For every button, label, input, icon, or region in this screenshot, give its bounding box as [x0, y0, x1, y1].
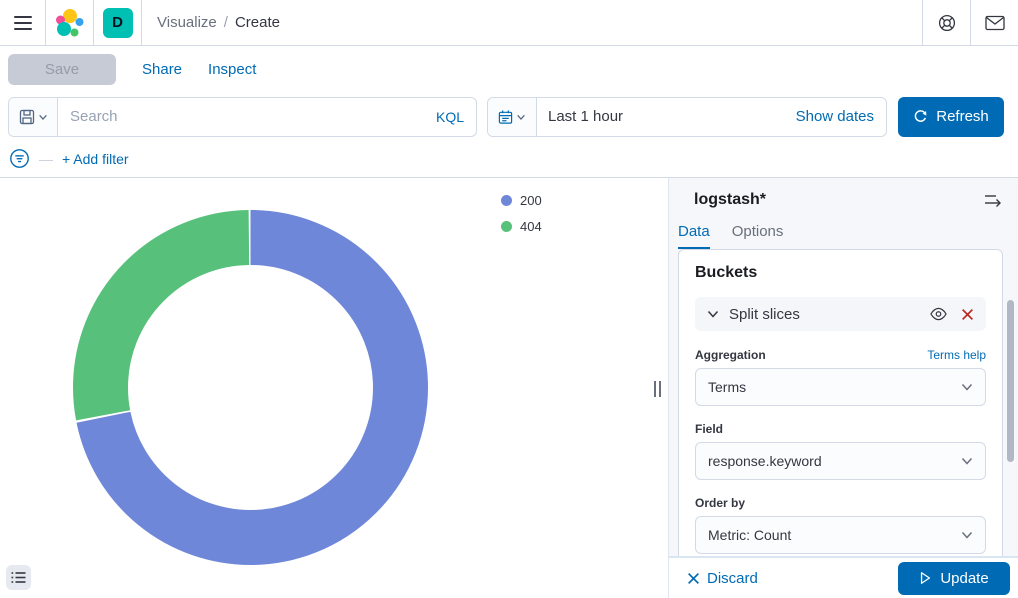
editor-action-bar: Discard Update: [669, 556, 1018, 598]
x-icon: [961, 308, 974, 321]
field-field-group: Field response.keyword: [695, 422, 986, 480]
resize-handle-icon: [654, 381, 661, 397]
field-label: Field: [695, 422, 723, 436]
editor-panel: logstash* Data Options Buckets: [668, 178, 1018, 598]
chart-legend: 200 404: [501, 193, 542, 234]
home-button[interactable]: [46, 0, 93, 45]
help-button[interactable]: [923, 0, 970, 45]
index-pattern-title: logstash*: [694, 191, 766, 209]
field-select[interactable]: response.keyword: [695, 442, 986, 480]
show-dates-button[interactable]: Show dates: [796, 108, 886, 125]
panel-scrollbar[interactable]: [1007, 300, 1014, 462]
menu-button[interactable]: [0, 0, 45, 45]
collapse-panel-button[interactable]: [982, 192, 1003, 208]
main-area: 200 404 logstash*: [0, 178, 1018, 598]
saved-query-menu-button[interactable]: [9, 98, 58, 136]
remove-bucket-button[interactable]: [959, 306, 976, 323]
query-language-button[interactable]: KQL: [436, 109, 476, 125]
save-disk-icon: [19, 109, 35, 125]
play-icon: [919, 571, 932, 585]
donut-chart[interactable]: [0, 178, 650, 598]
breadcrumb: Visualize / Create: [157, 14, 280, 31]
aggregation-field-group: Aggregation Terms help Terms: [695, 348, 986, 406]
space-selector[interactable]: D: [94, 8, 141, 38]
collapse-panel-icon: [984, 192, 1001, 208]
bucket-split-slices-row[interactable]: Split slices: [695, 297, 986, 331]
update-button[interactable]: Update: [898, 562, 1010, 595]
filter-bar: — + Add filter: [0, 140, 1018, 178]
newsfeed-button[interactable]: [971, 0, 1018, 45]
chevron-down-icon: [38, 112, 48, 122]
space-badge: D: [103, 8, 133, 38]
add-filter-button[interactable]: + Add filter: [62, 151, 129, 167]
tab-data[interactable]: Data: [678, 223, 710, 249]
refresh-button[interactable]: Refresh: [898, 97, 1004, 137]
refresh-icon: [913, 109, 928, 124]
search-input[interactable]: [58, 98, 436, 136]
order-by-select[interactable]: Metric: Count: [695, 516, 986, 554]
tab-options[interactable]: Options: [732, 223, 784, 249]
help-icon: [938, 14, 956, 32]
legend-item-200[interactable]: 200: [501, 193, 542, 208]
buckets-title: Buckets: [695, 264, 986, 282]
breadcrumb-visualize[interactable]: Visualize: [157, 14, 217, 31]
filter-placeholder-dash: —: [39, 151, 53, 167]
chevron-down-icon: [516, 112, 526, 122]
mail-icon: [985, 15, 1005, 31]
aggregation-label: Aggregation: [695, 348, 766, 362]
top-header: D Visualize / Create: [0, 0, 1018, 46]
legend-item-404[interactable]: 404: [501, 219, 542, 234]
editor-tabs: Data Options: [678, 223, 1003, 249]
update-label: Update: [940, 570, 988, 587]
divider: [141, 0, 142, 45]
toolbar-row: Save Share Inspect: [0, 46, 1018, 93]
share-button[interactable]: Share: [142, 61, 182, 78]
list-icon: [11, 571, 26, 584]
query-bar: KQL Last 1 hour Show dates Refresh: [0, 93, 1018, 140]
panel-resizer[interactable]: [650, 178, 668, 598]
aggregation-select[interactable]: Terms: [695, 368, 986, 406]
x-icon: [687, 572, 700, 585]
chevron-down-icon: [961, 455, 973, 467]
legend-label: 200: [520, 193, 542, 208]
order-by-field-group: Order by Metric: Count: [695, 496, 986, 554]
legend-swatch: [501, 195, 512, 206]
buckets-card: Buckets Split slices: [678, 249, 1003, 556]
chevron-down-icon: [961, 529, 973, 541]
elastic-logo-icon: [54, 7, 86, 39]
filter-circle-icon[interactable]: [9, 148, 30, 169]
time-range-value[interactable]: Last 1 hour: [537, 108, 623, 125]
chevron-down-icon: [707, 308, 719, 320]
calendar-icon: [498, 109, 513, 125]
terms-help-link[interactable]: Terms help: [927, 348, 986, 362]
bucket-label: Split slices: [729, 306, 918, 323]
inspect-button[interactable]: Inspect: [208, 61, 256, 78]
chevron-down-icon: [961, 381, 973, 393]
discard-label: Discard: [707, 570, 758, 587]
visualization-area: 200 404: [0, 178, 650, 598]
order-by-label: Order by: [695, 496, 745, 510]
toggle-visibility-button[interactable]: [928, 305, 949, 323]
breadcrumb-create: Create: [235, 14, 280, 31]
save-button[interactable]: Save: [8, 54, 116, 85]
date-picker-group: Last 1 hour Show dates: [487, 97, 887, 137]
legend-label: 404: [520, 219, 542, 234]
discard-button[interactable]: Discard: [687, 570, 758, 587]
legend-swatch: [501, 221, 512, 232]
refresh-label: Refresh: [936, 108, 989, 125]
search-input-group: KQL: [8, 97, 477, 137]
eye-icon: [930, 307, 947, 321]
breadcrumb-separator: /: [224, 14, 228, 31]
legend-toggle-button[interactable]: [6, 565, 31, 590]
date-quick-menu-button[interactable]: [488, 98, 537, 136]
hamburger-icon: [14, 16, 32, 30]
